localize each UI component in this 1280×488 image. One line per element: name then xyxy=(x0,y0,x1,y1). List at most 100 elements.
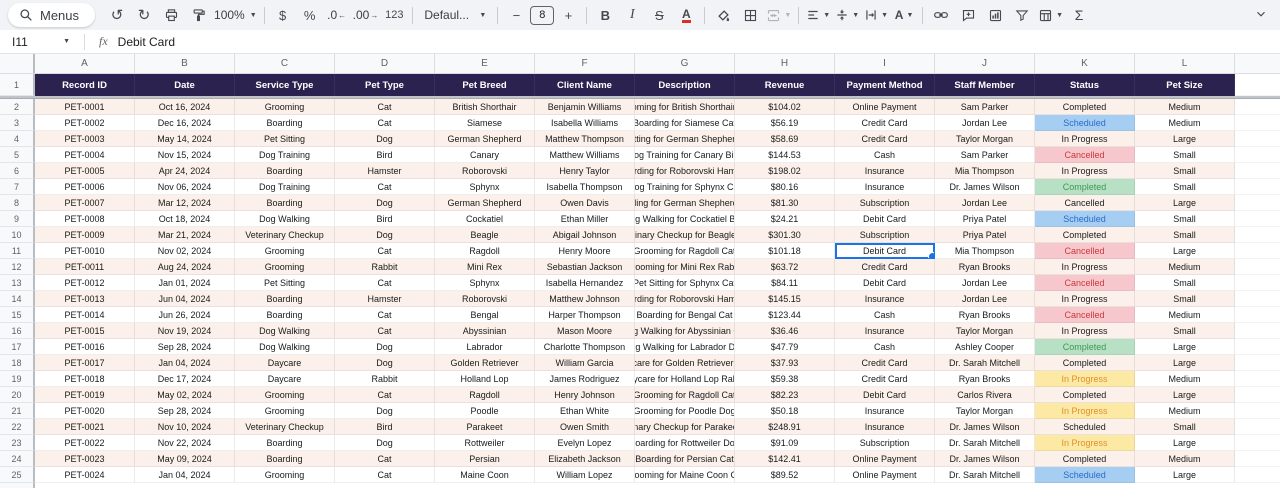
cell-E20[interactable]: Ragdoll xyxy=(435,387,535,403)
merge-cells-button[interactable]: ▼ xyxy=(764,3,793,27)
cell-B7[interactable]: Nov 06, 2024 xyxy=(135,179,235,195)
status-cell-K2[interactable]: Completed xyxy=(1035,99,1135,115)
formula-input[interactable]: Debit Card xyxy=(118,35,175,49)
cell-G7[interactable]: Dog Training for Sphynx Cat xyxy=(635,179,735,195)
header-cell-C[interactable]: Service Type xyxy=(235,74,335,96)
column-header-A[interactable]: A xyxy=(35,54,135,73)
cell-E25[interactable]: Maine Coon xyxy=(435,467,535,483)
cell-B17[interactable]: Sep 28, 2024 xyxy=(135,339,235,355)
cell-C6[interactable]: Boarding xyxy=(235,163,335,179)
zoom-selector[interactable]: 100% ▼ xyxy=(212,3,259,27)
cell-L5[interactable]: Small xyxy=(1135,147,1235,163)
cell-D5[interactable]: Bird xyxy=(335,147,435,163)
increase-decimal-button[interactable]: .00→ xyxy=(351,3,381,27)
cell-A8[interactable]: PET-0007 xyxy=(35,195,135,211)
cell-I8[interactable]: Subscription xyxy=(835,195,935,211)
cell-L9[interactable]: Small xyxy=(1135,211,1235,227)
cell-D6[interactable]: Hamster xyxy=(335,163,435,179)
cell-L7[interactable]: Small xyxy=(1135,179,1235,195)
cell-G16[interactable]: Dog Walking for Abyssinian Cat xyxy=(635,323,735,339)
row-number-7[interactable]: 7 xyxy=(0,179,35,195)
row-number-19[interactable]: 19 xyxy=(0,371,35,387)
header-cell-L[interactable]: Pet Size xyxy=(1135,74,1235,96)
cell-J21[interactable]: Taylor Morgan xyxy=(935,403,1035,419)
status-cell-K6[interactable]: In Progress xyxy=(1035,163,1135,179)
cell-A6[interactable]: PET-0005 xyxy=(35,163,135,179)
column-header-G[interactable]: G xyxy=(635,54,735,73)
cell-B6[interactable]: Apr 24, 2024 xyxy=(135,163,235,179)
cell-A11[interactable]: PET-0010 xyxy=(35,243,135,259)
cell-B3[interactable]: Dec 16, 2024 xyxy=(135,115,235,131)
cell-F23[interactable]: Evelyn Lopez xyxy=(535,435,635,451)
column-header-K[interactable]: K xyxy=(1035,54,1135,73)
cell-E19[interactable]: Holland Lop xyxy=(435,371,535,387)
cell-H10[interactable]: $301.30 xyxy=(735,227,835,243)
cell-F24[interactable]: Elizabeth Jackson xyxy=(535,451,635,467)
row-number-20[interactable]: 20 xyxy=(0,387,35,403)
row-number-1[interactable]: 1 xyxy=(0,74,35,96)
cell-I9[interactable]: Debit Card xyxy=(835,211,935,227)
cell-L25[interactable]: Large xyxy=(1135,467,1235,483)
cell-J23[interactable]: Dr. Sarah Mitchell xyxy=(935,435,1035,451)
status-cell-K11[interactable]: Cancelled xyxy=(1035,243,1135,259)
format-currency-button[interactable]: $ xyxy=(270,3,296,27)
cell-F2[interactable]: Benjamin Williams xyxy=(535,99,635,115)
row-number-10[interactable]: 10 xyxy=(0,227,35,243)
cell-F20[interactable]: Henry Johnson xyxy=(535,387,635,403)
cell-B11[interactable]: Nov 02, 2024 xyxy=(135,243,235,259)
column-header-H[interactable]: H xyxy=(735,54,835,73)
cell-H19[interactable]: $59.38 xyxy=(735,371,835,387)
cell-J19[interactable]: Ryan Brooks xyxy=(935,371,1035,387)
cell-J11[interactable]: Mia Thompson xyxy=(935,243,1035,259)
column-header-F[interactable]: F xyxy=(535,54,635,73)
row-number-21[interactable]: 21 xyxy=(0,403,35,419)
cell-H18[interactable]: $37.93 xyxy=(735,355,835,371)
cell-C15[interactable]: Boarding xyxy=(235,307,335,323)
text-rotation-button[interactable]: A ▼ xyxy=(891,3,917,27)
cell-I14[interactable]: Insurance xyxy=(835,291,935,307)
cell-C3[interactable]: Boarding xyxy=(235,115,335,131)
cell-G12[interactable]: Grooming for Mini Rex Rabbit xyxy=(635,259,735,275)
column-header-E[interactable]: E xyxy=(435,54,535,73)
more-formats-button[interactable]: 123 xyxy=(381,3,407,27)
row-number-23[interactable]: 23 xyxy=(0,435,35,451)
cell-D7[interactable]: Cat xyxy=(335,179,435,195)
select-all-corner[interactable] xyxy=(0,54,35,73)
borders-button[interactable] xyxy=(737,3,763,27)
status-cell-K19[interactable]: In Progress xyxy=(1035,371,1135,387)
cell-E10[interactable]: Beagle xyxy=(435,227,535,243)
cell-B18[interactable]: Jan 04, 2024 xyxy=(135,355,235,371)
status-cell-K3[interactable]: Scheduled xyxy=(1035,115,1135,131)
cell-D18[interactable]: Dog xyxy=(335,355,435,371)
cell-H8[interactable]: $81.30 xyxy=(735,195,835,211)
row-number-13[interactable]: 13 xyxy=(0,275,35,291)
cell-B9[interactable]: Oct 18, 2024 xyxy=(135,211,235,227)
cell-H5[interactable]: $144.53 xyxy=(735,147,835,163)
cell-E13[interactable]: Sphynx xyxy=(435,275,535,291)
vertical-align-button[interactable]: ▼ xyxy=(833,3,861,27)
cell-I3[interactable]: Credit Card xyxy=(835,115,935,131)
cell-I17[interactable]: Cash xyxy=(835,339,935,355)
cell-F9[interactable]: Ethan Miller xyxy=(535,211,635,227)
cell-J13[interactable]: Jordan Lee xyxy=(935,275,1035,291)
cell-C16[interactable]: Dog Walking xyxy=(235,323,335,339)
cell-G21[interactable]: Grooming for Poodle Dog xyxy=(635,403,735,419)
create-filter-button[interactable] xyxy=(1009,3,1035,27)
decrease-decimal-button[interactable]: .0← xyxy=(324,3,350,27)
cell-G23[interactable]: Boarding for Rottweiler Dog xyxy=(635,435,735,451)
cell-E3[interactable]: Siamese xyxy=(435,115,535,131)
row-number-26[interactable] xyxy=(0,483,35,488)
insert-link-button[interactable] xyxy=(928,3,954,27)
cell-D25[interactable]: Cat xyxy=(335,467,435,483)
cell-C24[interactable]: Boarding xyxy=(235,451,335,467)
cell-F14[interactable]: Matthew Johnson xyxy=(535,291,635,307)
cell-I23[interactable]: Subscription xyxy=(835,435,935,451)
cell-L17[interactable]: Large xyxy=(1135,339,1235,355)
menus-button[interactable]: Menus xyxy=(8,3,95,27)
cell-G20[interactable]: Grooming for Ragdoll Cat xyxy=(635,387,735,403)
cell-L13[interactable]: Small xyxy=(1135,275,1235,291)
cell-L4[interactable]: Large xyxy=(1135,131,1235,147)
row-number-25[interactable]: 25 xyxy=(0,467,35,483)
cell-L12[interactable]: Medium xyxy=(1135,259,1235,275)
cell-J4[interactable]: Taylor Morgan xyxy=(935,131,1035,147)
